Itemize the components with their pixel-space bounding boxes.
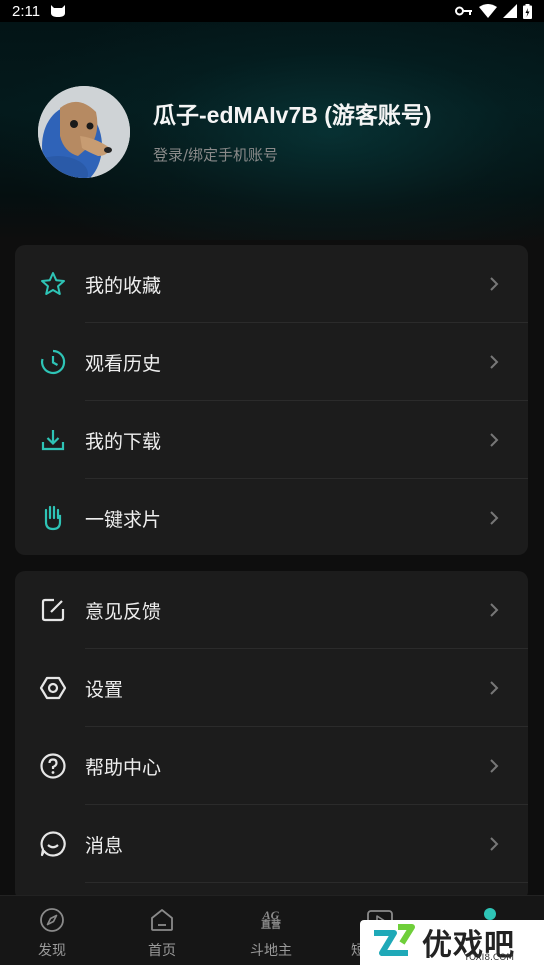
- menu-item-label: 消息: [85, 834, 124, 857]
- menu-item-history[interactable]: 观看历史: [15, 323, 528, 401]
- chevron-right-icon: [490, 355, 499, 369]
- status-icons: [455, 3, 532, 19]
- dog-avatar-image: [38, 86, 130, 178]
- watermark-logo-icon: [374, 924, 415, 956]
- menu-item-label: 我的下载: [85, 430, 162, 453]
- menu-item-label: 设置: [85, 678, 124, 701]
- edit-square-icon: [39, 596, 67, 624]
- nav-label: 首页: [148, 943, 176, 959]
- menu-item-feedback[interactable]: 意见反馈: [15, 571, 528, 649]
- status-bar: 2:11: [0, 0, 544, 22]
- cat-notification-icon: [51, 5, 66, 17]
- profile-header: 瓜子-edMAIv7B (游客账号) 登录/绑定手机账号: [0, 22, 544, 240]
- chevron-right-icon: [490, 511, 499, 525]
- menu-item-settings[interactable]: 设置: [15, 649, 528, 727]
- avatar[interactable]: [38, 86, 130, 178]
- hand-icon: [39, 504, 67, 532]
- signal-icon: [503, 4, 517, 18]
- chevron-right-icon: [490, 837, 499, 851]
- watermark-url-text: YOXI8.COM: [464, 953, 515, 963]
- home-icon: [151, 909, 173, 931]
- username[interactable]: 瓜子-edMAIv7B (游客账号): [153, 96, 432, 130]
- nav-tab-doudizhu[interactable]: AG 直营 斗地主: [236, 906, 306, 960]
- history-clock-icon: [39, 348, 67, 376]
- wifi-icon: [479, 4, 497, 18]
- menu-item-downloads[interactable]: 我的下载: [15, 401, 528, 479]
- menu-item-label: 观看历史: [85, 352, 162, 375]
- chevron-right-icon: [490, 277, 499, 291]
- star-icon: [39, 270, 67, 298]
- download-icon: [39, 426, 67, 454]
- help-circle-icon: [39, 752, 67, 780]
- menu-item-label: 我的收藏: [85, 274, 162, 297]
- chevron-right-icon: [490, 433, 499, 447]
- menu-item-favorites[interactable]: 我的收藏: [15, 245, 528, 323]
- nav-label: 斗地主: [250, 943, 292, 959]
- compass-icon: [40, 908, 64, 932]
- chevron-right-icon: [490, 681, 499, 695]
- menu-item-label: 一键求片: [85, 508, 162, 531]
- chat-bubble-icon: [39, 830, 67, 858]
- menu-card-primary: 我的收藏 观看历史 我的下载 一键求片: [15, 245, 528, 555]
- hexagon-settings-icon: [39, 674, 67, 702]
- nav-label: 发现: [38, 943, 66, 959]
- ag-logo-icon: AG 直营: [236, 906, 306, 934]
- nav-tab-home[interactable]: 首页: [127, 906, 197, 960]
- login-bind-phone-link[interactable]: 登录/绑定手机账号: [153, 144, 278, 165]
- battery-icon: [523, 3, 532, 19]
- menu-item-help-center[interactable]: 帮助中心: [15, 727, 528, 805]
- chevron-right-icon: [490, 759, 499, 773]
- key-icon: [455, 6, 472, 16]
- nav-notification-dot: [484, 908, 496, 920]
- nav-tab-discover[interactable]: 发现: [17, 906, 87, 960]
- chevron-right-icon: [490, 603, 499, 617]
- menu-item-messages[interactable]: 消息: [15, 805, 528, 883]
- status-time: 2:11: [12, 2, 41, 20]
- menu-item-label: 意见反馈: [85, 600, 162, 623]
- divider: [85, 882, 528, 883]
- ag-logo-subtext: 直营: [261, 920, 281, 931]
- menu-item-label: 帮助中心: [85, 756, 162, 779]
- watermark-badge: 优戏吧 YOXI8.COM: [360, 920, 544, 965]
- menu-item-request-movie[interactable]: 一键求片: [15, 479, 528, 555]
- menu-card-secondary: 意见反馈 设置 帮助中心 消息: [15, 571, 528, 901]
